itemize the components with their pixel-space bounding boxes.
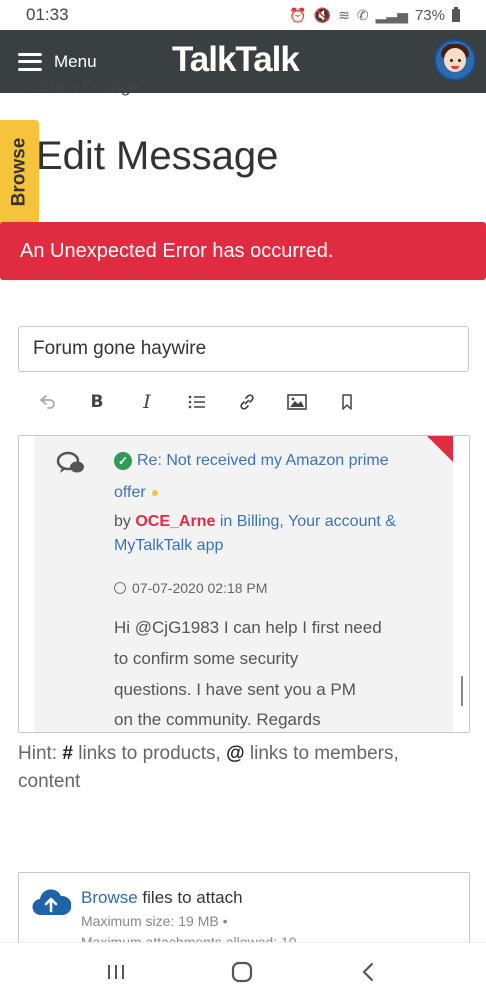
italic-icon: I — [143, 391, 151, 413]
attach-instructions: Browse files to attach — [81, 888, 243, 907]
status-icons: ⏰ 🔇 ≋ ✆ ▂▃▅ 73% — [289, 6, 460, 24]
quote-body-line: Hi @CjG1983 I can help I first need — [114, 618, 382, 637]
page-title: Edit Message — [36, 134, 279, 178]
quote-body-line: to confirm some security — [114, 649, 299, 668]
back-button[interactable] — [348, 957, 388, 987]
cloud-upload-icon — [32, 889, 71, 916]
chat-bubble-icon — [56, 451, 84, 473]
talktalk-logo[interactable]: TalkTalk — [172, 40, 300, 80]
italic-button[interactable]: I — [122, 386, 172, 418]
clock-icon — [114, 582, 126, 594]
browse-tab[interactable]: Browse — [0, 120, 39, 238]
browse-tab-label: Browse — [8, 137, 30, 207]
status-time: 01:33 — [26, 5, 69, 24]
breadcrumb[interactable]: < Stars Lounge — [24, 80, 140, 97]
list-button[interactable] — [172, 386, 222, 418]
recent-apps-icon — [108, 965, 124, 979]
recent-apps-button[interactable] — [96, 957, 136, 987]
link-button[interactable] — [222, 386, 272, 418]
undo-icon — [40, 395, 55, 409]
quote-location: Billing, Your account & — [236, 513, 396, 530]
status-bar: 01:33 ⏰ 🔇 ≋ ✆ ▂▃▅ 73% — [0, 0, 486, 30]
quote-body-line: questions. I have sent you a PM — [114, 680, 356, 699]
back-icon — [362, 962, 374, 982]
quote-title-cont: offer — [114, 484, 158, 502]
image-icon — [287, 394, 307, 410]
home-button[interactable] — [222, 957, 262, 987]
bookmark-button[interactable] — [322, 386, 372, 418]
quote-location-cont: MyTalkTalk app — [114, 537, 224, 554]
wifi-icon: ≋ — [338, 6, 350, 23]
quote-byline: by OCE_Arne in Billing, Your account & — [114, 513, 396, 530]
bold-button[interactable]: B — [72, 386, 122, 418]
mute-icon: 🔇 — [313, 6, 332, 23]
link-icon — [240, 394, 254, 410]
call-icon: ✆ — [356, 6, 369, 23]
quote-title: ✓ Re: Not received my Amazon prime — [114, 452, 389, 470]
quote-date: 07-07-2020 02:18 PM — [114, 580, 267, 596]
alarm-icon: ⏰ — [289, 6, 307, 23]
menu-label: Menu — [54, 51, 97, 71]
quote-body-line: on the community. Regards — [114, 710, 321, 729]
editor-toolbar: B I — [22, 386, 372, 418]
solved-check-icon: ✓ — [114, 452, 132, 470]
quote-corner-marker — [427, 436, 453, 462]
hamburger-icon — [18, 52, 42, 71]
browse-files-link[interactable]: Browse — [81, 888, 138, 907]
battery-icon — [452, 6, 460, 22]
attach-max-size: Maximum size: 19 MB • — [81, 913, 228, 929]
bookmark-icon — [342, 393, 352, 410]
subject-input[interactable] — [18, 326, 469, 372]
menu-button[interactable]: Menu — [18, 52, 97, 72]
quoted-message: ✓ Re: Not received my Amazon prime offer… — [34, 436, 453, 732]
avatar[interactable] — [434, 39, 476, 81]
editor-scrollbar[interactable] — [461, 676, 463, 706]
system-nav-bar — [0, 942, 486, 999]
image-button[interactable] — [272, 386, 322, 418]
message-editor[interactable]: ✓ Re: Not received my Amazon prime offer… — [18, 435, 470, 733]
signal-icon: ▂▃▅ — [375, 6, 408, 23]
undo-button[interactable] — [22, 386, 72, 418]
battery-percent: 73% — [414, 6, 445, 24]
error-banner: An Unexpected Error has occurred. — [0, 222, 486, 280]
list-icon — [188, 395, 205, 409]
hint-text: Hint: # links to products, @ links to me… — [18, 743, 399, 792]
home-icon — [231, 961, 253, 983]
quote-author: OCE_Arne — [135, 513, 216, 530]
bold-icon: B — [90, 392, 104, 412]
star-dot-icon — [151, 489, 158, 496]
